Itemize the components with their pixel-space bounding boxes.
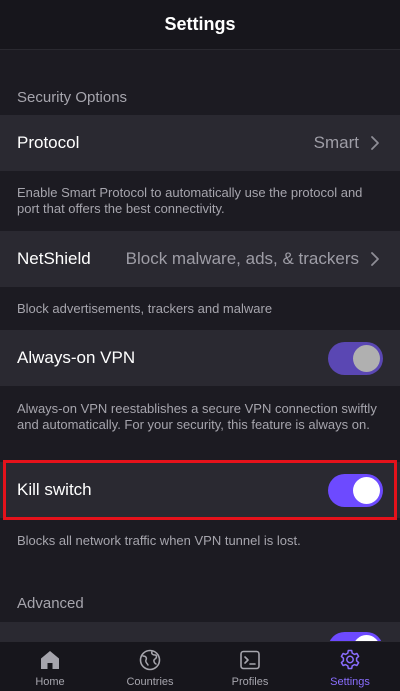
tab-profiles[interactable]: Profiles (200, 642, 300, 691)
page-title: Settings (164, 14, 236, 34)
section-label-security: Security Options (17, 89, 128, 106)
protocol-value: Smart (313, 133, 359, 152)
always-on-vpn-row: Always-on VPN (0, 330, 400, 386)
home-icon (41, 651, 59, 669)
section-label-advanced: Advanced (17, 595, 84, 612)
tab-label: Settings (330, 676, 370, 688)
always-on-vpn-toggle[interactable] (328, 341, 383, 375)
netshield-description: Block advertisements, trackers and malwa… (17, 301, 273, 316)
protocol-value-group: Smart (314, 133, 383, 153)
netshield-value-group: Block malware, ads, & trackers (126, 249, 383, 269)
kill-switch-row: Kill switch (0, 462, 400, 518)
always-on-vpn-label: Always-on VPN (17, 348, 136, 367)
toggle-knob (353, 476, 380, 504)
tab-label: Home (35, 676, 65, 688)
netshield-row[interactable]: NetShield Block malware, ads, & trackers (0, 231, 400, 287)
chevron-right-icon (371, 252, 379, 266)
tab-bar: Home Countries Profiles Settings (0, 641, 400, 691)
tab-home[interactable]: Home (0, 642, 100, 691)
protocol-row[interactable]: Protocol Smart (0, 115, 400, 171)
kill-switch-toggle[interactable] (328, 473, 383, 507)
terminal-icon (240, 650, 260, 670)
kill-switch-description: Blocks all network traffic when VPN tunn… (17, 533, 301, 548)
tab-settings[interactable]: Settings (300, 642, 400, 691)
nav-header: Settings (0, 0, 400, 50)
protocol-label: Protocol (17, 133, 80, 152)
chevron-right-icon (371, 136, 379, 150)
tab-label: Profiles (231, 676, 269, 688)
gear-icon (340, 649, 360, 670)
globe-icon (139, 649, 161, 671)
toggle-knob (353, 344, 380, 372)
always-on-vpn-description: Always-on VPN reestablishes a secure VPN… (17, 401, 377, 432)
netshield-label: NetShield (17, 249, 91, 268)
protocol-description: Enable Smart Protocol to automatically u… (17, 185, 363, 216)
advanced-row-partial (0, 622, 400, 642)
netshield-value: Block malware, ads, & trackers (125, 249, 359, 268)
tab-countries[interactable]: Countries (100, 642, 200, 691)
kill-switch-label: Kill switch (17, 480, 92, 499)
tab-label: Countries (126, 676, 174, 688)
